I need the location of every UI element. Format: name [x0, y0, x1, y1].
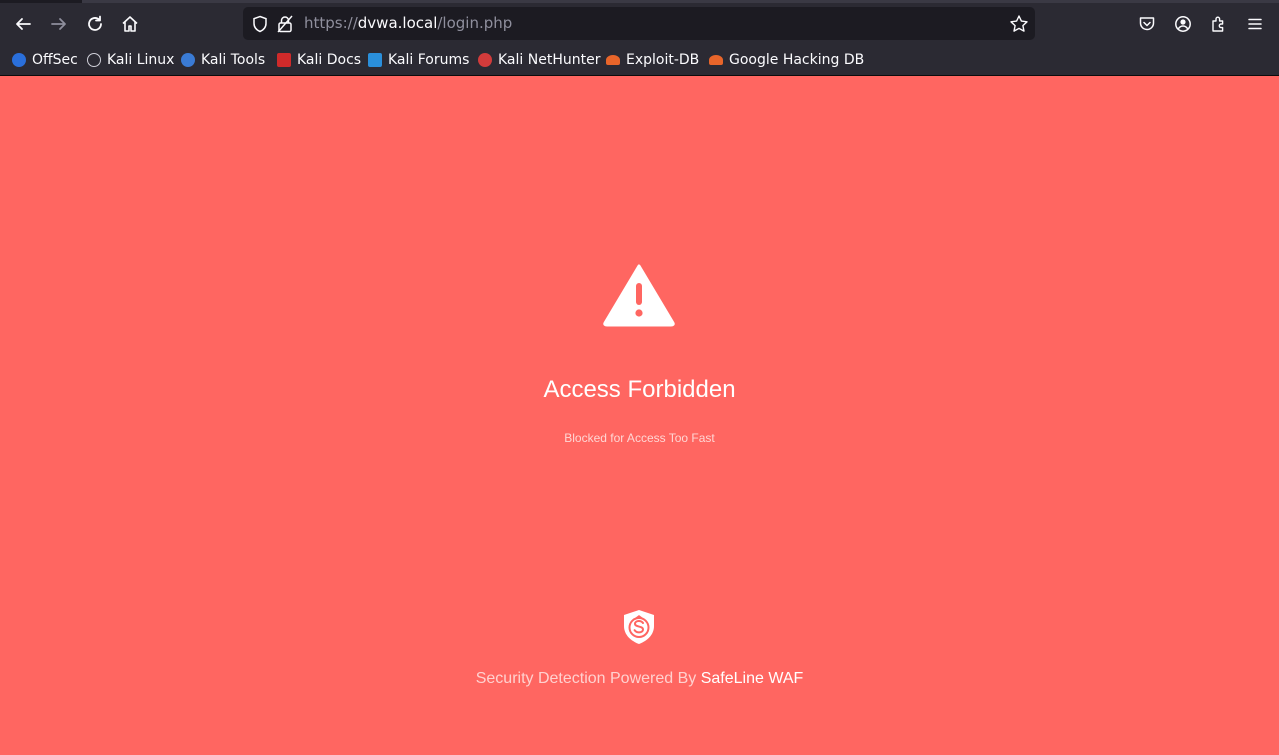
bookmark-label: Exploit-DB — [626, 51, 700, 68]
kali-docs-icon — [277, 52, 291, 67]
url-host: dvwa.local — [357, 14, 438, 32]
bookmark-star-icon[interactable] — [1009, 14, 1029, 34]
reload-icon — [88, 15, 102, 31]
back-button[interactable] — [8, 9, 38, 39]
bookmark-kali-forums[interactable]: Kali Forums — [368, 44, 469, 75]
url-text[interactable]: https://dvwa.local/login.php — [304, 7, 512, 40]
bookmark-kali-linux[interactable]: Kali Linux — [87, 44, 174, 75]
bookmark-exploit-db[interactable]: Exploit-DB — [606, 44, 699, 75]
kali-tools-icon — [181, 52, 195, 67]
safeline-shield-icon — [624, 610, 654, 644]
bookmark-label: Kali Forums — [388, 51, 470, 68]
warning-triangle-icon — [603, 264, 675, 327]
forward-arrow-icon — [51, 18, 66, 30]
browser-toolbar: https://dvwa.local/login.php — [0, 3, 1279, 44]
bookmark-kali-nethunter[interactable]: Kali NetHunter — [478, 44, 600, 75]
nethunter-icon — [478, 52, 492, 67]
bookmark-kali-docs[interactable]: Kali Docs — [277, 44, 361, 75]
lock-warning-icon[interactable] — [277, 15, 293, 33]
bookmark-label: OffSec — [32, 51, 78, 68]
bookmark-google-hacking-db[interactable]: Google Hacking DB — [709, 44, 864, 75]
bookmark-label: Kali Tools — [201, 51, 266, 68]
account-icon — [1175, 16, 1191, 32]
bookmark-offsec[interactable]: OffSec — [12, 44, 78, 75]
offsec-icon — [12, 52, 26, 67]
waf-block-page: Access Forbidden Blocked for Access Too … — [0, 76, 1279, 755]
pocket-button[interactable] — [1132, 9, 1162, 39]
url-path: /login.php — [437, 14, 513, 32]
forward-button[interactable] — [44, 9, 74, 39]
safeline-waf-link[interactable]: SafeLine WAF — [701, 670, 804, 687]
bookmark-label: Kali Docs — [297, 51, 362, 68]
reload-button[interactable] — [80, 9, 110, 39]
waf-footer: Security Detection Powered By SafeLine W… — [0, 670, 1279, 688]
menu-button[interactable] — [1240, 9, 1270, 39]
bookmark-label: Google Hacking DB — [729, 51, 865, 68]
kali-dragon-icon — [87, 52, 101, 67]
home-button[interactable] — [115, 9, 145, 39]
puzzle-icon — [1212, 16, 1224, 32]
bookmark-kali-tools[interactable]: Kali Tools — [181, 44, 265, 75]
page-title: Access Forbidden — [543, 376, 736, 403]
extensions-button[interactable] — [1204, 9, 1234, 39]
kali-forums-icon — [368, 52, 382, 67]
tracking-protection-shield-icon[interactable] — [251, 15, 269, 33]
home-icon — [122, 16, 138, 32]
pocket-icon — [1139, 17, 1155, 31]
ghdb-icon — [709, 54, 723, 65]
bookmarks-toolbar: OffSec Kali Linux Kali Tools Kali Docs K… — [0, 44, 1279, 76]
bookmark-label: Kali NetHunter — [498, 51, 601, 68]
bookmark-label: Kali Linux — [107, 51, 175, 68]
block-reason: Blocked for Access Too Fast — [564, 431, 715, 445]
url-prefix: https:// — [304, 14, 358, 32]
back-arrow-icon — [16, 18, 31, 30]
exploitdb-icon — [606, 54, 620, 65]
footer-text: Security Detection Powered By — [475, 670, 697, 687]
hamburger-menu-icon — [1248, 18, 1262, 30]
address-bar[interactable]: https://dvwa.local/login.php — [243, 7, 1035, 40]
account-button[interactable] — [1168, 9, 1198, 39]
